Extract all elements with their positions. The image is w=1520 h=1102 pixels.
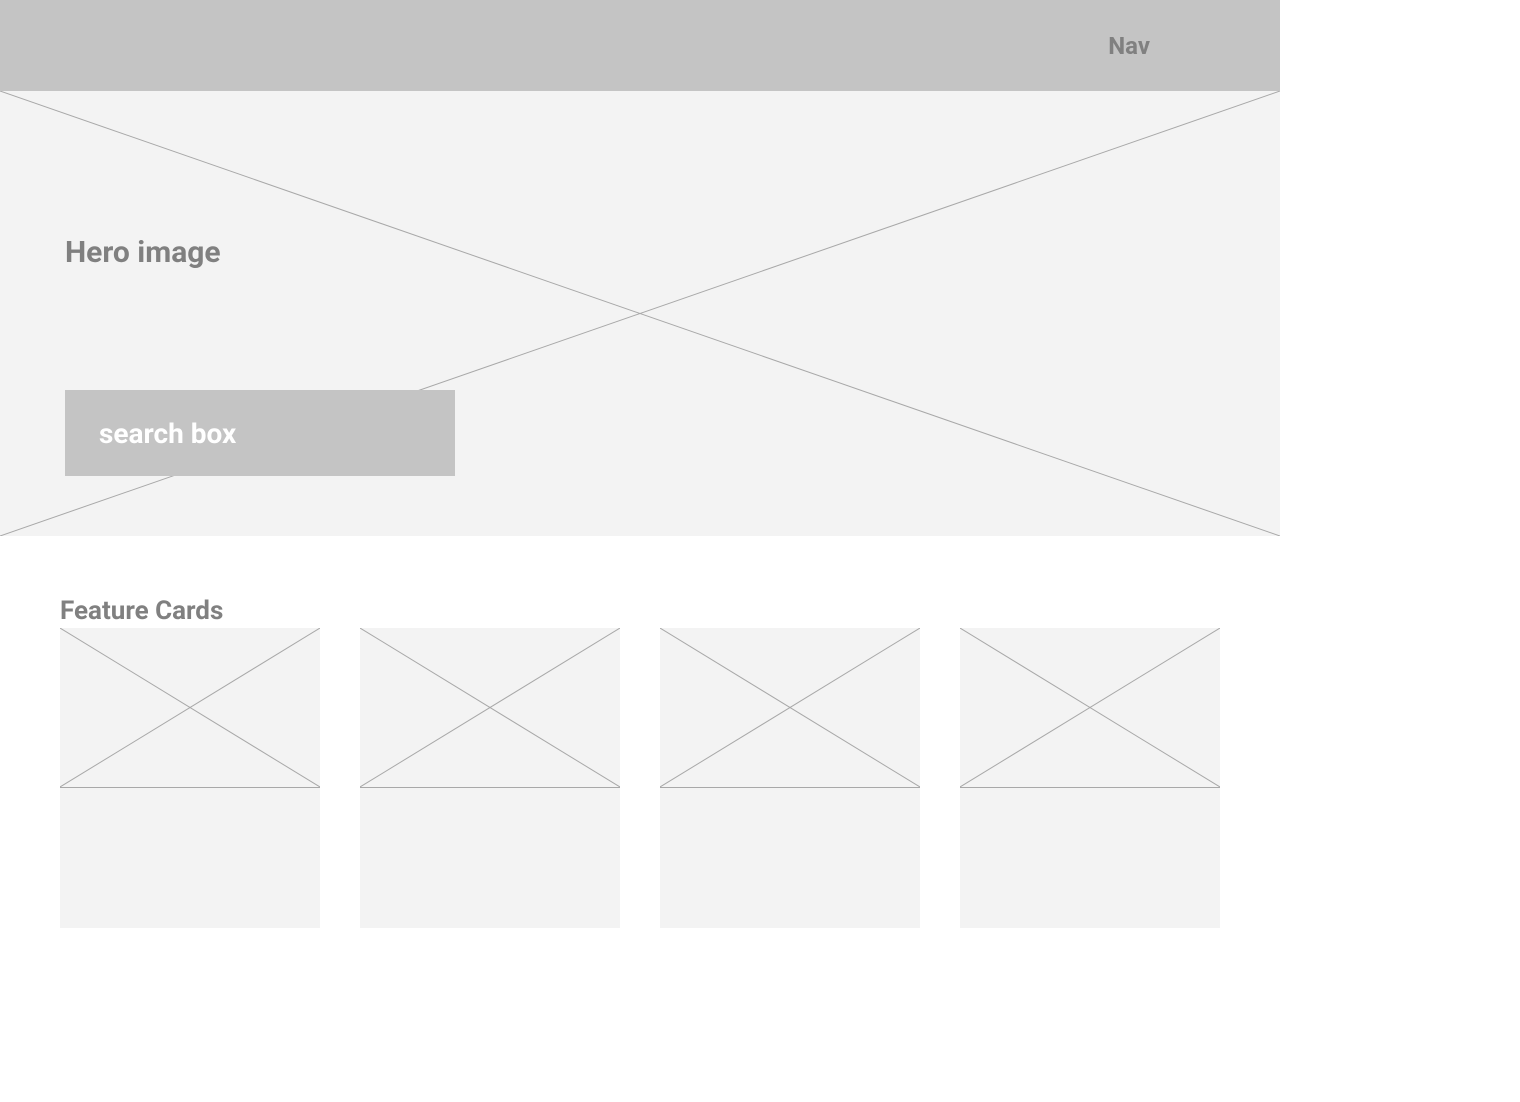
card-body — [660, 788, 920, 928]
nav-label[interactable]: Nav — [1108, 32, 1150, 60]
card-body — [360, 788, 620, 928]
features-title: Feature Cards — [60, 596, 1220, 626]
feature-card[interactable] — [360, 628, 620, 928]
features-section: Feature Cards — [0, 536, 1280, 968]
card-body — [60, 788, 320, 928]
hero-label: Hero image — [65, 235, 221, 270]
card-placeholder-cross-icon — [960, 628, 1220, 787]
feature-card[interactable] — [960, 628, 1220, 928]
card-image-placeholder — [360, 628, 620, 788]
card-image-placeholder — [60, 628, 320, 788]
navbar: Nav — [0, 0, 1280, 91]
feature-card[interactable] — [60, 628, 320, 928]
hero-image-placeholder: Hero image search box — [0, 91, 1280, 536]
card-image-placeholder — [660, 628, 920, 788]
search-box-label: search box — [99, 417, 236, 450]
cards-row — [60, 628, 1220, 928]
card-body — [960, 788, 1220, 928]
card-placeholder-cross-icon — [660, 628, 920, 787]
feature-card[interactable] — [660, 628, 920, 928]
card-image-placeholder — [960, 628, 1220, 788]
card-placeholder-cross-icon — [60, 628, 320, 787]
card-placeholder-cross-icon — [360, 628, 620, 787]
search-box[interactable]: search box — [65, 390, 455, 476]
